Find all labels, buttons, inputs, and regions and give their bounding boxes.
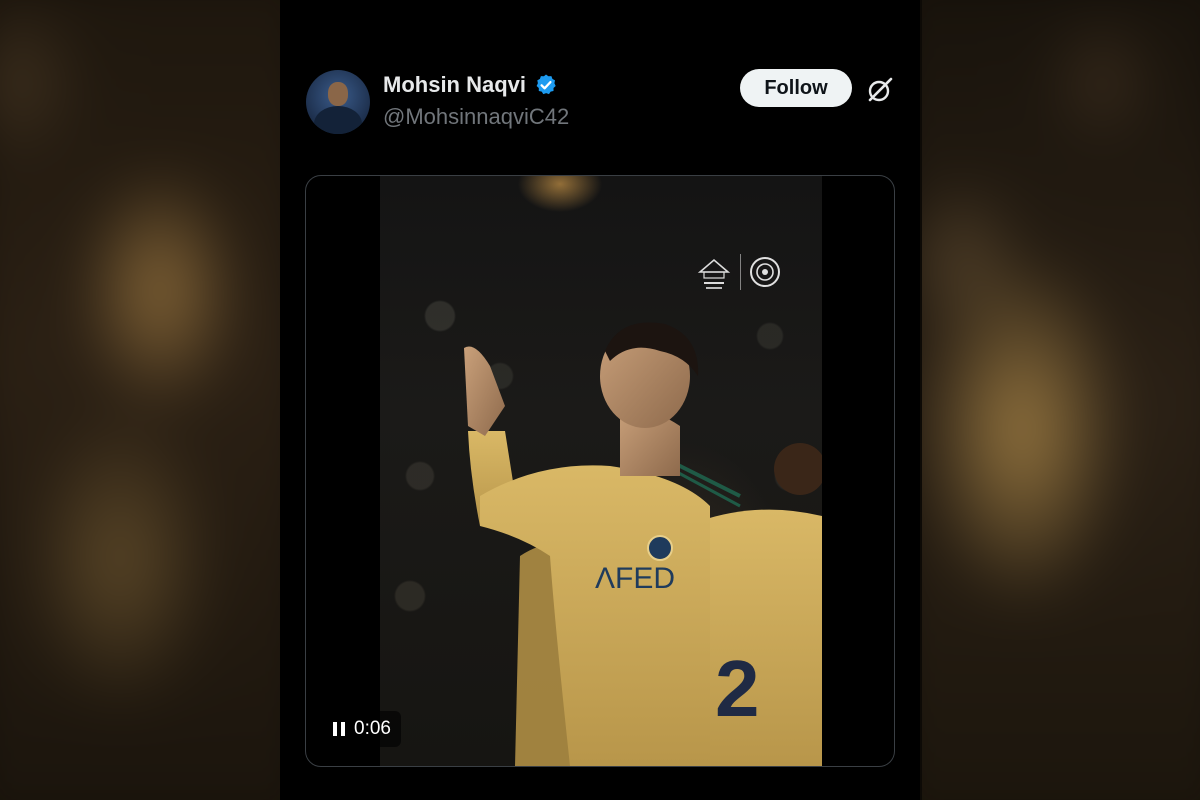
video-controls: 0:06 xyxy=(324,711,401,747)
verified-badge-icon xyxy=(536,74,556,95)
screenshot-stage: Mohsin Naqvi @MohsinnaqviC42 Follow 2 ΛF… xyxy=(0,0,1200,800)
video-watermark-logos xyxy=(696,250,792,294)
grok-icon[interactable] xyxy=(866,76,894,104)
club-crest-icon xyxy=(750,257,780,287)
author-display-name[interactable]: Mohsin Naqvi xyxy=(383,72,526,98)
avatar-head-shape xyxy=(328,82,348,106)
tweet-media[interactable]: 2 ΛFED 0:06 xyxy=(305,175,895,767)
pause-icon[interactable] xyxy=(332,721,346,737)
logo-divider xyxy=(740,254,741,290)
blurred-background-right xyxy=(922,0,1200,800)
svg-text:2: 2 xyxy=(715,644,760,733)
video-player[interactable]: 2 ΛFED xyxy=(380,176,822,766)
author-avatar[interactable] xyxy=(306,70,370,134)
author-handle[interactable]: @MohsinnaqviC42 xyxy=(383,104,569,130)
follow-button[interactable]: Follow xyxy=(740,69,852,107)
video-elapsed-time: 0:06 xyxy=(354,718,391,739)
blurred-background-left xyxy=(0,0,280,800)
svg-text:ΛFED: ΛFED xyxy=(595,562,675,595)
qiddiya-logo-icon xyxy=(697,258,731,289)
author-name-row: Mohsin Naqvi xyxy=(383,72,558,98)
avatar-body-shape xyxy=(314,106,362,134)
tweet-card: Mohsin Naqvi @MohsinnaqviC42 Follow 2 ΛF… xyxy=(280,0,920,800)
